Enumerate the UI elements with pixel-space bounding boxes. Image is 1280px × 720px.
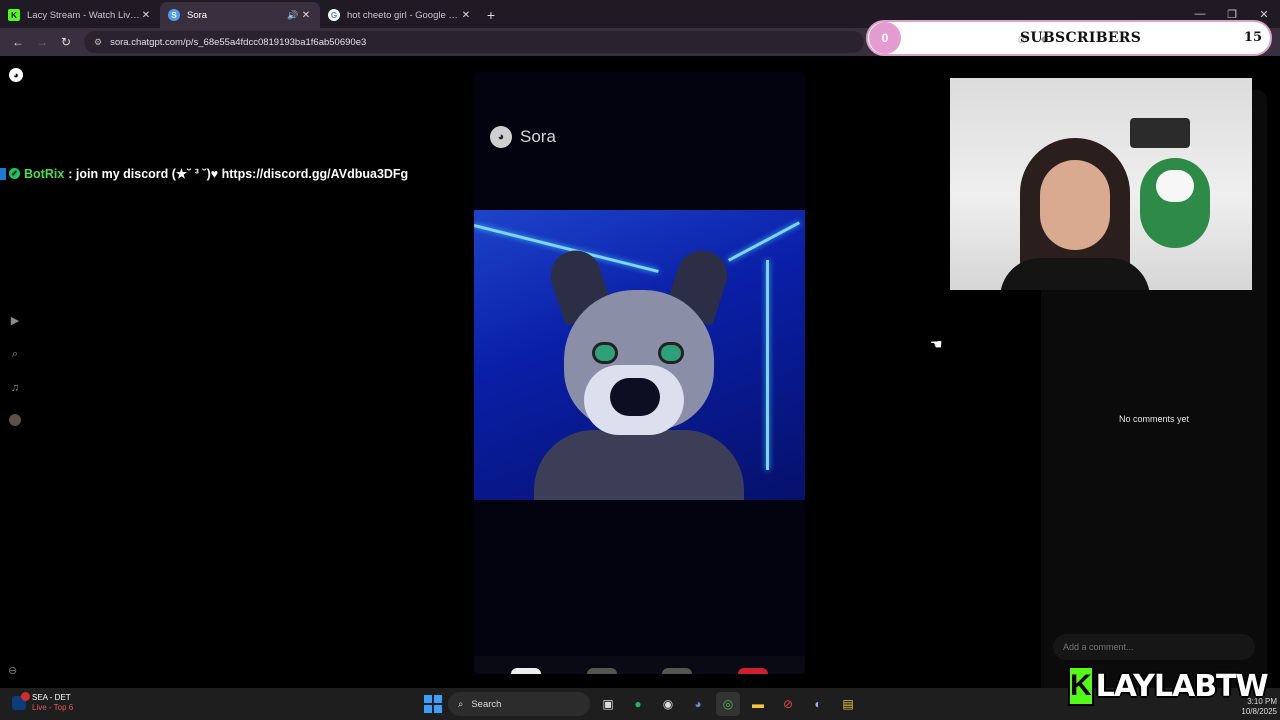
action-button[interactable] xyxy=(738,668,769,674)
neon-light-strip xyxy=(727,221,801,262)
tab-title: Sora xyxy=(187,9,208,21)
settings-icon[interactable]: ⊖ xyxy=(8,664,17,677)
webcam-shirt xyxy=(1000,258,1150,290)
sora-watermark: ◕ Sora xyxy=(490,126,556,148)
search-icon: ⌕ xyxy=(458,698,464,710)
watermark-text: Sora xyxy=(520,127,556,146)
streamer-brand-overlay: K LAYLABTW xyxy=(1068,666,1269,706)
no-comments-text: No comments yet xyxy=(1118,414,1190,424)
fursuit-eye xyxy=(592,342,618,364)
steam-icon[interactable]: ◐ xyxy=(806,692,830,716)
brand-name: LAYLABTW xyxy=(1095,668,1269,704)
url-text: sora.chatgpt.com/p/s_68e55a4fdcc0819193b… xyxy=(110,36,367,48)
bell-icon[interactable]: ♫ xyxy=(7,380,23,396)
sora-icon: S xyxy=(168,9,180,21)
verified-check-icon: ✓ xyxy=(9,168,20,179)
windows-start-icon[interactable] xyxy=(424,695,442,713)
app-icon[interactable]: ▤ xyxy=(836,692,860,716)
discord-icon[interactable]: ◕ xyxy=(686,692,710,716)
left-nav-rail: ▶ ⌕ ♫ xyxy=(6,312,24,426)
spotify-icon[interactable]: ● xyxy=(626,692,650,716)
tab-google-search[interactable]: G hot cheeto girl - Google Search ✕ xyxy=(320,2,480,28)
weather-widget[interactable]: SEA - DET Live - Top 6 xyxy=(12,692,74,713)
search-placeholder: Search xyxy=(471,698,502,710)
widget-title: SEA - DET xyxy=(32,693,71,702)
avatar[interactable] xyxy=(9,414,21,426)
screen: K Lacy Stream - Watch Live on Kick ✕ S S… xyxy=(0,0,1280,720)
webcam-streamer xyxy=(1000,138,1150,290)
fursuit-eye xyxy=(658,342,684,364)
chat-username: BotRix xyxy=(24,166,65,181)
streamer-webcam xyxy=(950,78,1252,290)
fursuit-nose xyxy=(610,378,660,416)
task-view-icon[interactable]: ▣ xyxy=(596,692,620,716)
action-button[interactable] xyxy=(662,668,693,674)
chat-text: : join my discord (★˘ ³ ˘)♥ https://disc… xyxy=(68,167,409,181)
taskbar-apps: ⌕ Search ▣ ● ◉ ◕ ◎ ▬ ⊘ ◐ ▤ xyxy=(424,692,860,716)
obs-icon[interactable]: ◉ xyxy=(656,692,680,716)
tab-title: Lacy Stream - Watch Live on Kick xyxy=(27,9,140,21)
url-bar[interactable]: ⚙ sora.chatgpt.com/p/s_68e55a4fdcc081919… xyxy=(84,31,864,53)
file-explorer-icon[interactable]: ▬ xyxy=(746,692,770,716)
comment-input[interactable] xyxy=(1053,634,1255,660)
search-icon[interactable]: ⌕ xyxy=(7,346,23,362)
widget-subtitle: Live - Top 6 xyxy=(32,703,74,712)
app-icon[interactable]: ⊘ xyxy=(776,692,800,716)
sora-logo-icon[interactable]: ◕ xyxy=(9,68,23,82)
sora-video-player[interactable]: ◕ Sora xyxy=(474,72,805,674)
reload-icon[interactable]: ↻ xyxy=(54,30,78,54)
fursuit-head xyxy=(544,243,734,450)
site-info-icon[interactable]: ⚙ xyxy=(94,37,102,48)
sora-page: ◕ ▶ ⌕ ♫ ⊖ ✓ BotRix : join my discord (★˘… xyxy=(0,56,1280,688)
tab-title: hot cheeto girl - Google Search xyxy=(347,9,460,21)
subscriber-goal-overlay: 0 ◎ ◆ SUBSCRIBERS 15 xyxy=(866,20,1272,56)
back-icon[interactable]: ← xyxy=(6,30,30,54)
close-tab-icon[interactable]: ✕ xyxy=(460,10,472,21)
sora-logo-icon: ◕ xyxy=(490,126,512,148)
webcam-face xyxy=(1040,160,1110,250)
video-frame[interactable] xyxy=(474,210,805,500)
clock-date: 10/8/2025 xyxy=(1241,707,1277,716)
kick-logo: K xyxy=(1068,666,1094,706)
mouse-cursor-icon: ☚ xyxy=(930,336,943,352)
play-icon[interactable]: ▶ xyxy=(7,312,23,328)
forward-icon[interactable]: → xyxy=(30,30,54,54)
subscriber-count: 0 xyxy=(869,22,901,54)
action-button[interactable] xyxy=(586,668,617,674)
tab-sora[interactable]: S Sora 🔊 ✕ xyxy=(160,2,320,28)
google-icon: G xyxy=(328,9,340,21)
action-button[interactable] xyxy=(510,668,541,674)
tab-kick[interactable]: K Lacy Stream - Watch Live on Kick ✕ xyxy=(0,2,160,28)
subscribers-label: SUBSCRIBERS xyxy=(1020,30,1142,46)
sports-icon xyxy=(12,692,30,710)
close-tab-icon[interactable]: ✕ xyxy=(300,10,312,21)
neon-light-strip xyxy=(766,260,769,470)
kick-icon: K xyxy=(8,9,20,21)
badge-icon xyxy=(0,167,6,180)
new-tab-button[interactable]: + xyxy=(480,2,502,28)
taskbar-search[interactable]: ⌕ Search xyxy=(448,692,590,716)
video-action-bar xyxy=(474,656,805,674)
close-tab-icon[interactable]: ✕ xyxy=(140,10,152,21)
subscriber-goal: 15 xyxy=(1243,30,1262,45)
chrome-icon[interactable]: ◎ xyxy=(716,692,740,716)
webcam-plush-face xyxy=(1156,170,1194,202)
speaker-icon[interactable]: 🔊 xyxy=(286,10,300,21)
stream-chat-message: ✓ BotRix : join my discord (★˘ ³ ˘)♥ htt… xyxy=(0,166,408,181)
